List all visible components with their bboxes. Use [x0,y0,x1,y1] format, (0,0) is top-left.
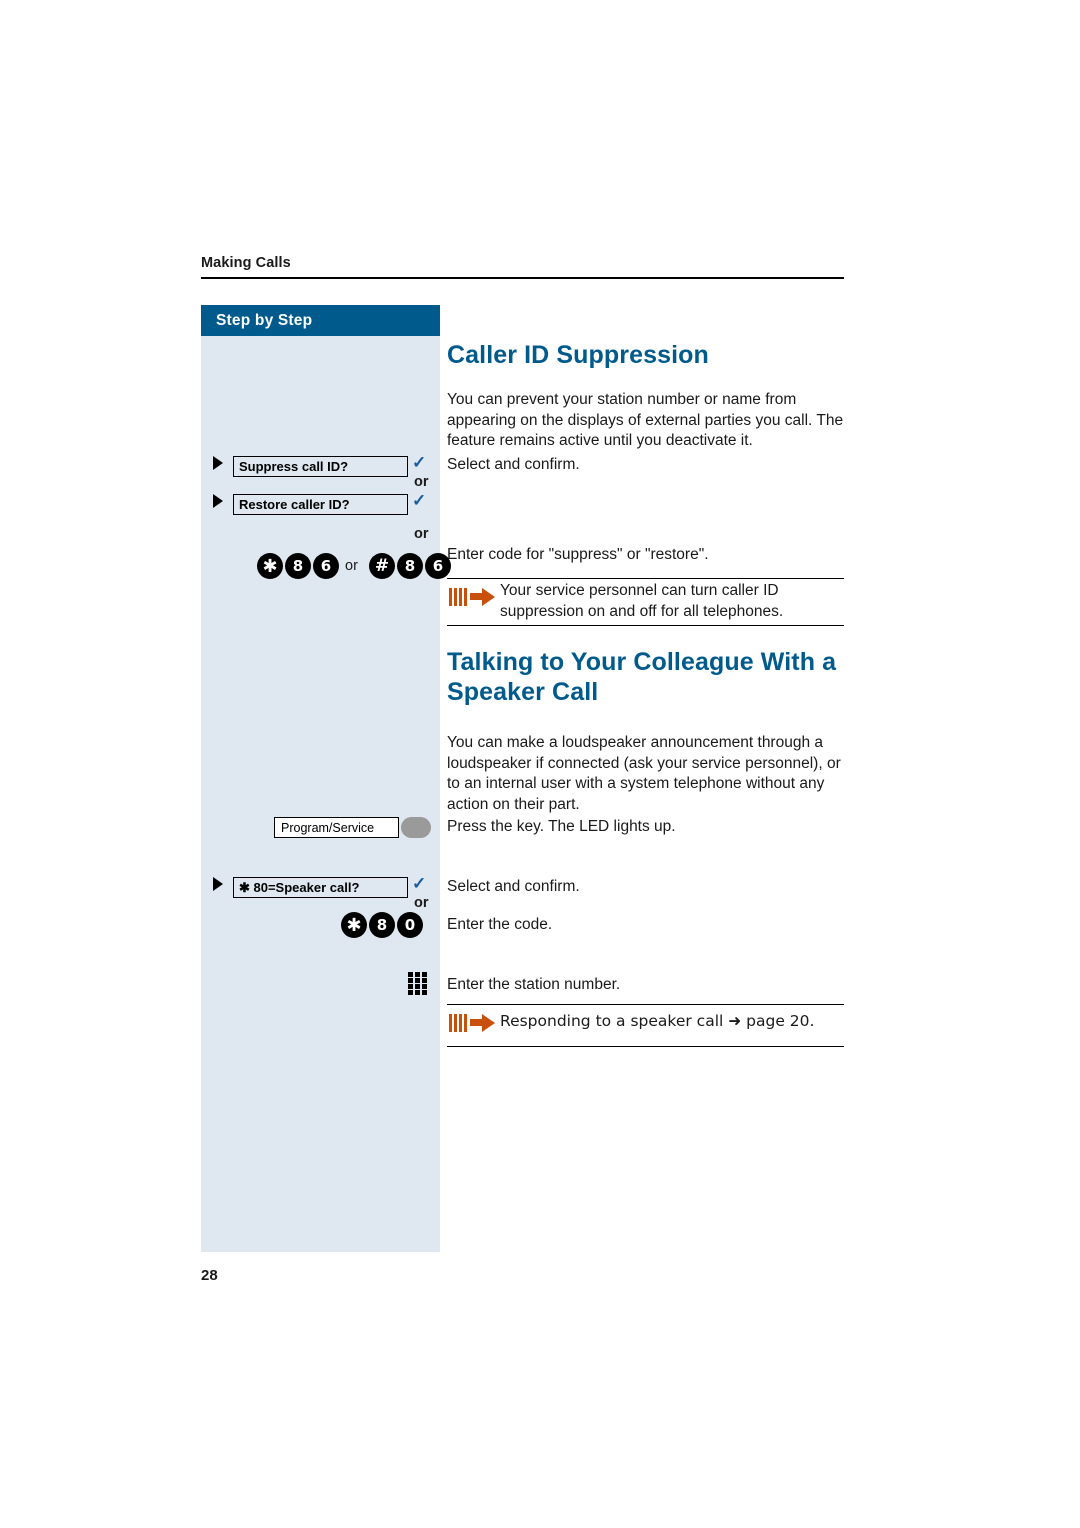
note-arrow-icon [449,1014,497,1032]
note-arrow-head [482,588,495,606]
menu-cursor-icon [213,456,223,470]
step-enter-code: Enter the code. [447,916,553,933]
program-service-key[interactable]: Program/Service [274,817,399,838]
header-divider [201,277,844,279]
note-divider-top [447,578,844,579]
section-intro-caller-id-suppression: You can prevent your station number or n… [447,391,844,450]
key-hash-1[interactable]: # [369,553,395,579]
note-caller-id-service-personnel: Your service personnel can turn caller I… [500,582,784,620]
step-by-step-label: Step by Step [216,312,313,329]
key-8-1[interactable]: 8 [285,553,311,579]
key-6-1[interactable]: 6 [313,553,339,579]
dial-keypad-icon [408,972,428,996]
note-arrow-icon [449,588,497,606]
key-8-3[interactable]: 8 [369,912,395,938]
step-enter-code-suppress-restore: Enter code for "suppress" or "restore". [447,546,709,563]
note-responding-speaker-call: Responding to a speaker call ➜ page 20. [500,1012,815,1030]
key-star-1[interactable]: ✱ [257,553,283,579]
led-indicator-icon [401,817,431,838]
running-header: Making Calls [201,255,291,271]
section-heading-caller-id-suppression: Caller ID Suppression [447,341,709,369]
menu-item-restore-caller-id[interactable]: Restore caller ID? [233,494,408,515]
code-or-label: or [345,558,358,574]
confirm-checkmark-icon: ✓ [412,491,427,510]
note2-divider-bottom [447,1046,844,1047]
confirm-checkmark-icon: ✓ [412,453,427,472]
step-press-key-led: Press the key. The LED lights up. [447,818,676,835]
menu-item-label: ✱ 80=Speaker call? [239,880,360,895]
key-star-2[interactable]: ✱ [341,912,367,938]
key-0-1[interactable]: 0 [397,912,423,938]
menu-item-label: Restore caller ID? [239,497,350,512]
confirm-checkmark-icon: ✓ [412,874,427,893]
or-label-3: or [414,895,429,911]
or-label-1: or [414,474,429,490]
menu-item-speaker-call[interactable]: ✱ 80=Speaker call? [233,877,408,898]
section-heading-speaker-call: Talking to Your Colleague With a Speaker… [447,648,837,706]
step-enter-station-number: Enter the station number. [447,976,621,993]
menu-cursor-icon [213,494,223,508]
section-intro-speaker-call: You can make a loudspeaker announcement … [447,734,841,813]
or-label-2: or [414,526,429,542]
menu-item-suppress-call-id[interactable]: Suppress call ID? [233,456,408,477]
note-divider-bottom [447,625,844,626]
step-by-step-banner: Step by Step [201,305,440,336]
step-select-and-confirm-2: Select and confirm. [447,878,580,895]
menu-cursor-icon [213,877,223,891]
menu-item-label: Suppress call ID? [239,459,349,474]
note2-divider-top [447,1004,844,1005]
page-number: 28 [201,1267,218,1284]
manual-page: Making Calls Step by Step Caller ID Supp… [0,0,1080,1528]
key-8-2[interactable]: 8 [397,553,423,579]
note-arrow-head [482,1014,495,1032]
program-service-key-label: Program/Service [281,821,375,835]
step-select-and-confirm-1: Select and confirm. [447,456,580,473]
